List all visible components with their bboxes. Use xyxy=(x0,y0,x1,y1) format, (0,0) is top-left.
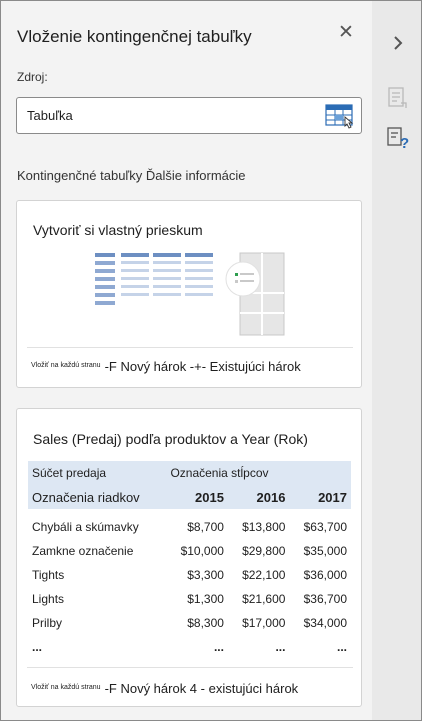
help-icon[interactable]: ? xyxy=(386,126,410,150)
chevron-right-icon[interactable] xyxy=(386,31,410,55)
cell-value: $17,000 xyxy=(242,616,286,630)
row-name: Prilby xyxy=(32,616,63,630)
ellipsis: ... xyxy=(32,640,43,654)
table-select-icon[interactable] xyxy=(325,103,355,129)
ellipsis: ... xyxy=(213,640,224,654)
suggestion-footer: Vložiť na každú stranu -F Nový hárok 4 - … xyxy=(31,681,298,696)
table-row: Tights $3,300 $22,100 $36,000 xyxy=(28,563,351,587)
ellipsis: ... xyxy=(336,640,347,654)
year-header: 2016 xyxy=(227,485,290,509)
row-name: Tights xyxy=(32,568,65,582)
footer-text: -F Nový hárok 4 - existujúci hárok xyxy=(104,681,299,696)
year-header: 2015 xyxy=(166,485,228,509)
source-field xyxy=(16,97,362,134)
cell-value: $22,100 xyxy=(242,568,286,582)
footer-small-label: Vložiť na každú stranu xyxy=(31,684,101,691)
cell-value: $34,000 xyxy=(303,616,347,630)
create-own-footer: Vložiť na každú stranu -F Nový hárok -+- … xyxy=(31,359,301,374)
sum-label: Súčet predaja xyxy=(28,461,167,485)
ellipsis: ... xyxy=(275,640,286,654)
suggestion-title: Sales (Predaj) podľa produktov a Year (R… xyxy=(33,431,308,447)
source-label: Zdroj: xyxy=(17,70,48,84)
pane-title: Vloženie kontingenčnej tabuľky xyxy=(17,27,252,46)
row-name: Chybáli a skúmavky xyxy=(32,520,139,534)
cell-value: $13,800 xyxy=(242,520,286,534)
cell-value: $10,000 xyxy=(180,544,224,558)
cell-value: $63,700 xyxy=(303,520,347,534)
create-own-card[interactable]: Vytvoriť si vlastný prieskum Vložiť na k… xyxy=(16,200,362,388)
table-year-row: Označenia riadkov 2015 2016 2017 xyxy=(28,485,351,509)
year-header: 2017 xyxy=(289,485,351,509)
source-input[interactable] xyxy=(18,99,318,132)
cell-value: $29,800 xyxy=(242,544,286,558)
svg-text:?: ? xyxy=(400,135,409,150)
cell-value: $1,300 xyxy=(187,592,224,606)
pivot-preview-table: Súčet predaja Označenia stĺpcov Označeni… xyxy=(28,461,351,659)
table-header-row: Súčet predaja Označenia stĺpcov xyxy=(28,461,351,485)
side-rail: ? xyxy=(372,1,421,720)
cell-value: $8,700 xyxy=(187,520,224,534)
card-divider xyxy=(27,667,353,668)
card-divider xyxy=(27,347,353,348)
insert-pivot-pane: Vloženie kontingenčnej tabuľky ✕ Zdroj: … xyxy=(1,1,372,720)
table-row: Lights $1,300 $21,600 $36,700 xyxy=(28,587,351,611)
table-row: Zamkne označenie $10,000 $29,800 $35,000 xyxy=(28,539,351,563)
cell-value: $36,000 xyxy=(303,568,347,582)
cell-value: $3,300 xyxy=(187,568,224,582)
cell-value: $8,300 xyxy=(187,616,224,630)
footer-text: -F Nový hárok -+- Existujúci hárok xyxy=(104,359,301,374)
suggested-pivot-card[interactable]: Sales (Predaj) podľa produktov a Year (R… xyxy=(16,408,362,707)
cell-value: $35,000 xyxy=(303,544,347,558)
column-labels: Označenia stĺpcov xyxy=(166,461,351,485)
row-name: Lights xyxy=(32,592,65,606)
row-name: Zamkne označenie xyxy=(32,544,134,558)
table-row-ellipsis: ... ... ... ... xyxy=(28,635,351,659)
footer-small-label: Vložiť na každú stranu xyxy=(31,362,101,369)
row-labels: Označenia riadkov xyxy=(28,485,167,509)
cell-value: $21,600 xyxy=(242,592,286,606)
create-own-title: Vytvoriť si vlastný prieskum xyxy=(33,222,203,238)
section-title: Kontingenčné tabuľky Ďalšie informácie xyxy=(17,168,246,183)
cell-value: $36,700 xyxy=(303,592,347,606)
table-row: Prilby $8,300 $17,000 $34,000 xyxy=(28,611,351,635)
close-icon[interactable]: ✕ xyxy=(336,23,356,43)
pivot-illustration xyxy=(95,252,285,336)
table-row: Chybáli a skúmavky $8,700 $13,800 $63,70… xyxy=(28,515,351,539)
field-list-icon[interactable] xyxy=(386,86,410,110)
